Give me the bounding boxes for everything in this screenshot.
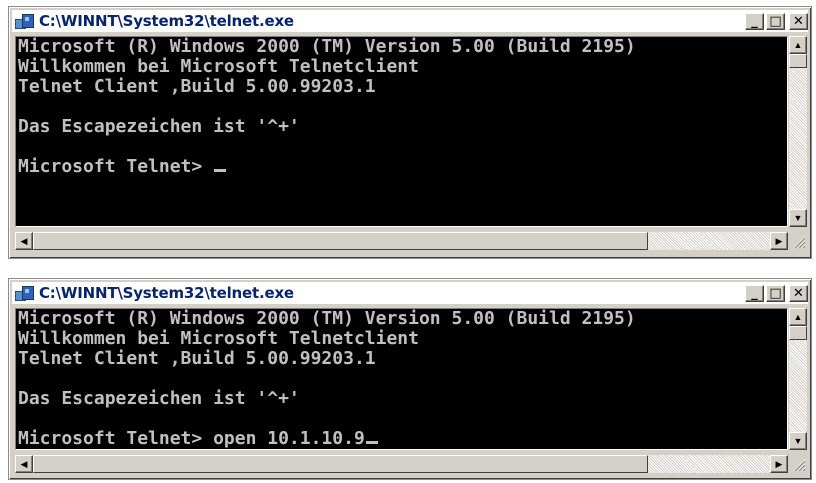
console-line: Microsoft (R) Windows 2000 (TM) Version … — [18, 308, 636, 329]
resize-grip-icon[interactable] — [789, 455, 807, 473]
scroll-right-button[interactable]: ▶ — [770, 455, 788, 473]
horizontal-scrollbar[interactable]: ◀ ▶ — [15, 232, 788, 250]
console-line: Das Escapezeichen ist '^+' — [18, 388, 300, 409]
vertical-scrollbar[interactable]: ▲ ▼ — [789, 36, 807, 227]
minimize-button[interactable]: _ — [745, 284, 764, 302]
scroll-up-button[interactable]: ▲ — [789, 308, 807, 326]
console-line: Willkommen bei Microsoft Telnetclient — [18, 328, 419, 349]
horizontal-scrollbar[interactable]: ◀ ▶ — [15, 455, 788, 473]
window-title: C:\WINNT\System32\telnet.exe — [39, 12, 294, 30]
prompt-line[interactable]: Microsoft Telnet> open 10.1.10.9 — [16, 429, 787, 449]
console-line: Das Escapezeichen ist '^+' — [18, 116, 300, 137]
caption-buttons: _ □ ✕ — [745, 284, 808, 302]
console-line: Telnet Client ,Build 5.00.99203.1 — [18, 76, 376, 97]
scroll-left-button[interactable]: ◀ — [15, 455, 33, 473]
scroll-right-button[interactable]: ▶ — [770, 232, 788, 250]
close-button[interactable]: ✕ — [789, 12, 808, 30]
scroll-up-button[interactable]: ▲ — [789, 36, 807, 54]
title-bar[interactable]: C:\WINNT\System32\telnet.exe _ □ ✕ — [12, 282, 808, 304]
prompt-text: Microsoft Telnet> open 10.1.10.9 — [18, 428, 365, 449]
console-app-icon[interactable] — [15, 13, 35, 29]
maximize-button[interactable]: □ — [766, 12, 785, 30]
scroll-left-button[interactable]: ◀ — [15, 232, 33, 250]
text-cursor — [365, 441, 378, 444]
scroll-down-button[interactable]: ▼ — [789, 209, 807, 227]
close-button[interactable]: ✕ — [789, 284, 808, 302]
resize-grip-icon[interactable] — [789, 232, 807, 250]
caption-buttons: _ □ ✕ — [745, 12, 808, 30]
scroll-down-button[interactable]: ▼ — [789, 432, 807, 450]
prompt-text: Microsoft Telnet> — [18, 156, 214, 177]
console-output[interactable]: Microsoft (R) Windows 2000 (TM) Version … — [15, 36, 788, 227]
window-title: C:\WINNT\System32\telnet.exe — [39, 284, 294, 302]
console-line: Willkommen bei Microsoft Telnetclient — [18, 56, 419, 77]
telnet-window-2: C:\WINNT\System32\telnet.exe _ □ ✕ Micro… — [8, 278, 812, 480]
title-bar[interactable]: C:\WINNT\System32\telnet.exe _ □ ✕ — [12, 10, 808, 32]
console-output[interactable]: Microsoft (R) Windows 2000 (TM) Version … — [15, 308, 788, 450]
vertical-scrollbar[interactable]: ▲ ▼ — [789, 308, 807, 450]
minimize-button[interactable]: _ — [745, 12, 764, 30]
horizontal-scroll-thumb[interactable] — [33, 232, 648, 250]
console-line: Microsoft (R) Windows 2000 (TM) Version … — [18, 36, 636, 57]
horizontal-scroll-thumb[interactable] — [33, 455, 648, 473]
console-app-icon[interactable] — [15, 285, 35, 301]
text-cursor — [214, 169, 227, 172]
vertical-scroll-thumb[interactable] — [789, 54, 807, 68]
vertical-scroll-thumb[interactable] — [789, 326, 807, 340]
prompt-line[interactable]: Microsoft Telnet> — [16, 157, 787, 177]
console-line: Telnet Client ,Build 5.00.99203.1 — [18, 348, 376, 369]
telnet-window-1: C:\WINNT\System32\telnet.exe _ □ ✕ Micro… — [8, 6, 812, 259]
maximize-button[interactable]: □ — [766, 284, 785, 302]
